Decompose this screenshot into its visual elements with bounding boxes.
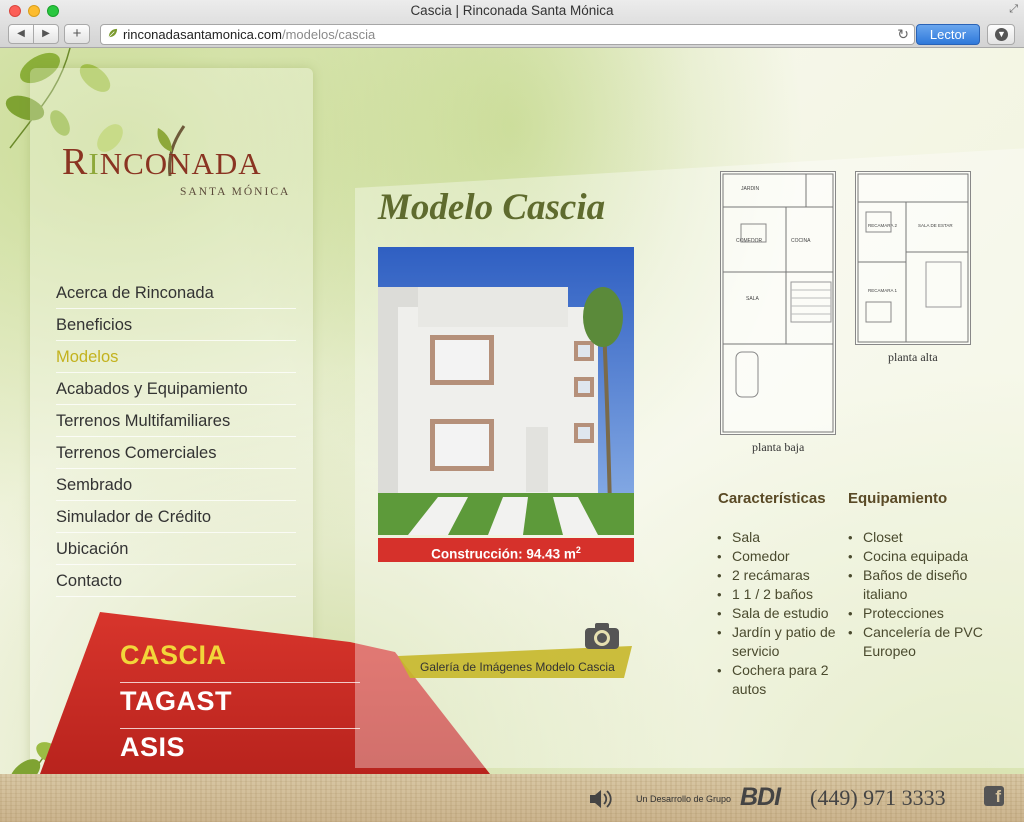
model-photo[interactable] (378, 247, 634, 535)
browser-toolbar: Cascia | Rinconada Santa Mónica ⤢ ◀ ▶ + … (0, 0, 1024, 48)
features-item: 1 1 / 2 baños (716, 585, 842, 604)
camera-icon (585, 623, 619, 649)
gallery-link-label: Galería de Imágenes Modelo Cascia (420, 660, 615, 674)
svg-text:SALA DE ESTAR: SALA DE ESTAR (918, 223, 953, 228)
nav-item-beneficios[interactable]: Beneficios (56, 309, 296, 341)
new-tab-button[interactable]: + (64, 24, 90, 44)
nav-item-acabados-y-equipamiento[interactable]: Acabados y Equipamiento (56, 373, 296, 405)
equipment-item: Baños de diseño italiano (847, 566, 987, 604)
back-button[interactable]: ◀ (8, 24, 34, 44)
main-navigation: Acerca de Rinconada Beneficios Modelos Acab… (56, 277, 296, 597)
svg-text:SALA: SALA (746, 296, 759, 302)
model-tab-cascia[interactable]: CASCIA (120, 640, 360, 671)
features-item: Sala de estudio (716, 604, 842, 623)
svg-text:RECAMARA 2: RECAMARA 2 (868, 223, 898, 228)
nav-item-contacto[interactable]: Contacto (56, 565, 296, 597)
model-tab-asis[interactable]: ASIS (120, 732, 360, 763)
svg-text:COMEDOR: COMEDOR (736, 238, 763, 244)
floor-plan-upper[interactable]: RECAMARA 2 SALA DE ESTAR RECAMARA 1 (855, 171, 971, 345)
phone-number[interactable]: (449) 971 3333 (810, 785, 946, 811)
model-divider (120, 682, 360, 683)
features-item: Jardín y patio de servicio (716, 623, 842, 661)
equipment-title: Equipamiento (848, 490, 948, 507)
nav-item-terrenos-comerciales[interactable]: Terrenos Comerciales (56, 437, 296, 469)
floor-plan-upper-label: planta alta (888, 350, 938, 364)
download-icon: ▼ (995, 28, 1008, 41)
chevron-left-icon: ◀ (17, 28, 25, 39)
fullscreen-icon[interactable]: ⤢ (1009, 3, 1018, 16)
window-title: Cascia | Rinconada Santa Mónica (410, 3, 614, 18)
gallery-link[interactable]: Galería de Imágenes Modelo Cascia (398, 623, 632, 678)
model-divider (120, 728, 360, 729)
url-text[interactable]: rinconadasantamonica.com/modelos/cascia (123, 27, 375, 42)
forward-button[interactable]: ▶ (33, 24, 59, 44)
svg-text:JARDIN: JARDIN (741, 186, 759, 192)
equipment-item: Closet (847, 528, 987, 547)
features-item: Sala (716, 528, 842, 547)
facebook-icon[interactable]: f (984, 786, 1004, 806)
features-item: 2 recámaras (716, 566, 842, 585)
svg-text:RECAMARA 1: RECAMARA 1 (868, 288, 898, 293)
equipment-item: Protecciones (847, 604, 987, 623)
developer-text: Un Desarrollo de Grupo (636, 794, 732, 804)
bdi-logo[interactable]: BDI (740, 783, 781, 812)
features-item: Comedor (716, 547, 842, 566)
plus-icon: + (72, 25, 82, 42)
nav-item-acerca-de-rinconada[interactable]: Acerca de Rinconada (56, 277, 296, 309)
equipment-item: Cocina equipada (847, 547, 987, 566)
logo-subtitle: SANTA MÓNICA (180, 186, 291, 198)
address-bar[interactable]: rinconadasantamonica.com/modelos/cascia … (100, 24, 915, 45)
speaker-icon[interactable] (588, 788, 614, 810)
nav-item-terrenos-multifamiliares[interactable]: Terrenos Multifamiliares (56, 405, 296, 437)
model-tab-tagast[interactable]: TAGAST (120, 686, 360, 717)
logo-wordmark: RINCONADA (62, 141, 262, 183)
nav-item-modelos[interactable]: Modelos (56, 341, 296, 373)
reader-button[interactable]: Lector (916, 24, 980, 45)
rinconada-logo[interactable]: RINCONADA SANTA MÓNICA (62, 118, 288, 208)
floor-plan-ground-label: planta baja (752, 440, 805, 454)
features-title: Características (718, 490, 826, 507)
downloads-button[interactable]: ▼ (987, 24, 1015, 45)
nav-item-ubicación[interactable]: Ubicación (56, 533, 296, 565)
features-item: Cochera para 2 autos (716, 661, 842, 699)
chevron-right-icon: ▶ (42, 28, 50, 39)
reload-icon[interactable]: ↻ (897, 26, 909, 43)
equipment-item: Cancelería de PVC Europeo (847, 623, 987, 661)
site-favicon-icon (108, 28, 118, 38)
equipment-list: ClosetCocina equipadaBaños de diseño ita… (847, 528, 987, 661)
nav-item-simulador-de-crédito[interactable]: Simulador de Crédito (56, 501, 296, 533)
svg-text:COCINA: COCINA (791, 238, 811, 244)
features-list: SalaComedor2 recámaras1 1 / 2 bañosSala … (716, 528, 842, 699)
page-title: Modelo Cascia (378, 187, 606, 228)
floor-plan-ground[interactable]: JARDIN COMEDOR COCINA SALA (720, 171, 836, 435)
nav-item-sembrado[interactable]: Sembrado (56, 469, 296, 501)
construction-badge: Construcción: 94.43 m2 (378, 538, 634, 562)
